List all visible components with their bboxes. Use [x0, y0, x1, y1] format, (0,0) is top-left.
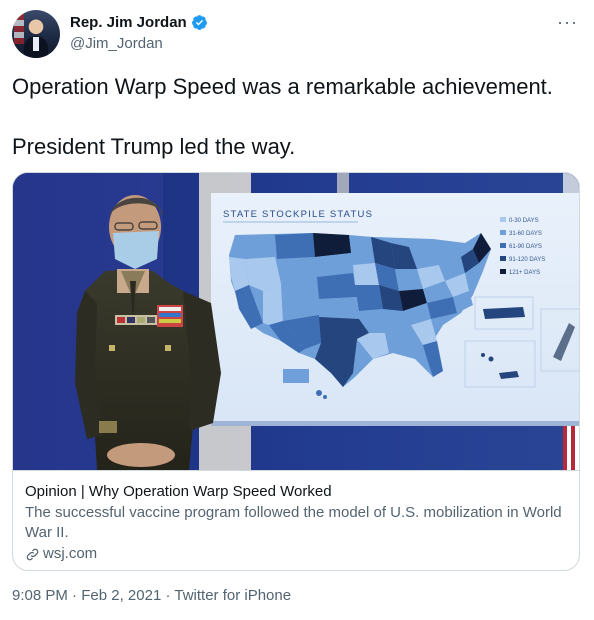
card-body[interactable]: Opinion | Why Operation Warp Speed Worke… [13, 470, 579, 570]
avatar-flag [14, 14, 24, 44]
legend-item-3: 61-90 DAYS [509, 244, 542, 250]
author-handle[interactable]: @Jim_Jordan [70, 35, 163, 52]
legend-item-1: 0-30 DAYS [509, 218, 539, 224]
verified-badge-icon [191, 15, 207, 30]
name-row: Rep. Jim Jordan [70, 14, 208, 31]
card-title[interactable]: Opinion | Why Operation Warp Speed Worke… [25, 482, 569, 502]
tweet-paragraph-1: Operation Warp Speed was a remarkable ac… [12, 74, 553, 99]
tweet-date[interactable]: Feb 2, 2021 [81, 587, 161, 604]
card-photo: STATE STOCKPILE STATUS 0-30 DAYS 31-60 D… [13, 173, 579, 470]
meta-separator: · [72, 587, 82, 604]
legend-item-5: 121+ DAYS [509, 270, 540, 276]
author-name[interactable]: Rep. Jim Jordan [70, 14, 187, 31]
tweet-header: Rep. Jim Jordan @Jim_Jordan ··· [12, 10, 582, 60]
legend-item-4: 91-120 DAYS [509, 257, 545, 263]
avatar[interactable] [12, 10, 60, 58]
link-card[interactable]: STATE STOCKPILE STATUS 0-30 DAYS 31-60 D… [12, 172, 580, 571]
tweet-source[interactable]: Twitter for iPhone [174, 587, 291, 604]
map-title: STATE STOCKPILE STATUS [223, 209, 373, 220]
card-domain-text[interactable]: wsj.com [43, 544, 97, 564]
legend-item-2: 31-60 DAYS [509, 231, 542, 237]
tweet-time[interactable]: 9:08 PM [12, 587, 68, 604]
card-image[interactable]: STATE STOCKPILE STATUS 0-30 DAYS 31-60 D… [13, 173, 579, 470]
more-options-icon[interactable]: ··· [557, 12, 578, 33]
tweet-text: Operation Warp Speed was a remarkable ac… [12, 72, 582, 162]
avatar-shirt [33, 37, 39, 51]
tweet-paragraph-2: President Trump led the way. [12, 134, 296, 159]
link-icon [26, 548, 39, 560]
card-description: The successful vaccine program followed … [25, 504, 562, 541]
tweet-meta: 9:08 PM · Feb 2, 2021 · Twitter for iPho… [12, 587, 291, 604]
card-domain[interactable]: wsj.com [25, 544, 569, 564]
